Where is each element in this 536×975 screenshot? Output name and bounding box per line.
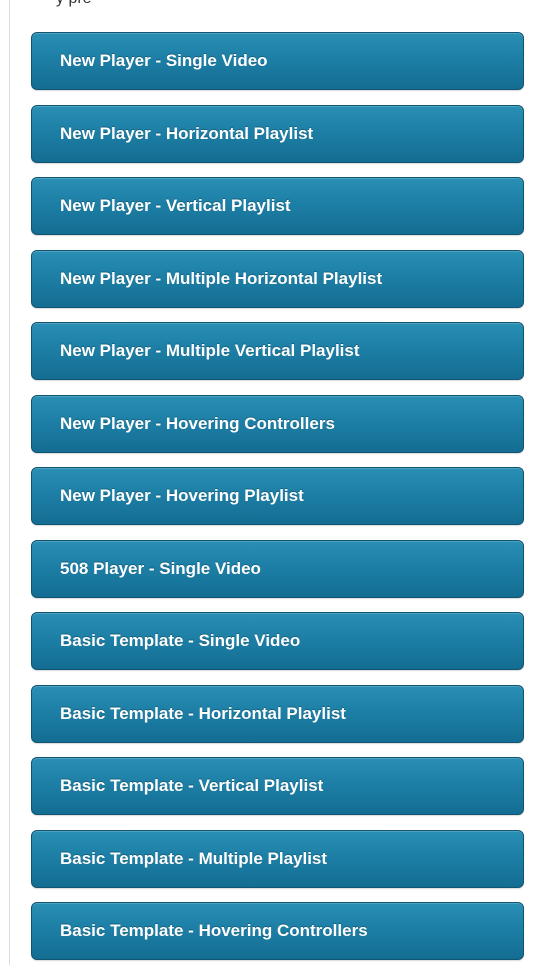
button-label: Basic Template - Vertical Playlist bbox=[60, 776, 324, 795]
button-label: New Player - Multiple Horizontal Playlis… bbox=[60, 268, 383, 288]
new-player-multiple-vertical-playlist-button[interactable]: New Player - Multiple Vertical Playlist bbox=[31, 322, 524, 380]
button-label: New Player - Hovering Playlist bbox=[60, 486, 304, 505]
button-label: 508 Player - Single Video bbox=[60, 558, 261, 578]
508-player-single-video-button[interactable]: 508 Player - Single Video bbox=[31, 539, 524, 598]
basic-template-vertical-playlist-button[interactable]: Basic Template - Vertical Playlist bbox=[31, 757, 524, 815]
button-label: Basic Template - Multiple Playlist bbox=[60, 848, 328, 868]
basic-template-single-video-button[interactable]: Basic Template - Single Video bbox=[31, 612, 524, 670]
new-player-horizontal-playlist-button[interactable]: New Player - Horizontal Playlist bbox=[31, 104, 524, 163]
basic-template-hovering-controllers-button[interactable]: Basic Template - Hovering Controllers bbox=[31, 902, 524, 960]
button-label: New Player - Single Video bbox=[60, 51, 268, 70]
button-label: Basic Template - Hovering Controllers bbox=[60, 921, 368, 940]
player-button-list: New Player - Single Video New Player - H… bbox=[31, 32, 524, 975]
button-label: New Player - Vertical Playlist bbox=[60, 196, 291, 215]
basic-template-multiple-playlist-button[interactable]: Basic Template - Multiple Playlist bbox=[31, 829, 524, 888]
sidebar-divider bbox=[9, 0, 10, 965]
new-player-vertical-playlist-button[interactable]: New Player - Vertical Playlist bbox=[31, 177, 524, 235]
new-player-multiple-horizontal-playlist-button[interactable]: New Player - Multiple Horizontal Playlis… bbox=[31, 249, 524, 308]
button-label: Basic Template - Single Video bbox=[60, 631, 301, 650]
new-player-hovering-playlist-button[interactable]: New Player - Hovering Playlist bbox=[31, 467, 524, 525]
header-partial-text: y pre bbox=[56, 0, 92, 8]
button-label: Basic Template - Horizontal Playlist bbox=[60, 703, 346, 723]
new-player-single-video-button[interactable]: New Player - Single Video bbox=[31, 32, 524, 90]
button-label: New Player - Horizontal Playlist bbox=[60, 123, 314, 143]
basic-template-horizontal-playlist-button[interactable]: Basic Template - Horizontal Playlist bbox=[31, 684, 524, 743]
button-label: New Player - Hovering Controllers bbox=[60, 413, 335, 433]
new-player-hovering-controllers-button[interactable]: New Player - Hovering Controllers bbox=[31, 394, 524, 453]
button-label: New Player - Multiple Vertical Playlist bbox=[60, 341, 360, 360]
